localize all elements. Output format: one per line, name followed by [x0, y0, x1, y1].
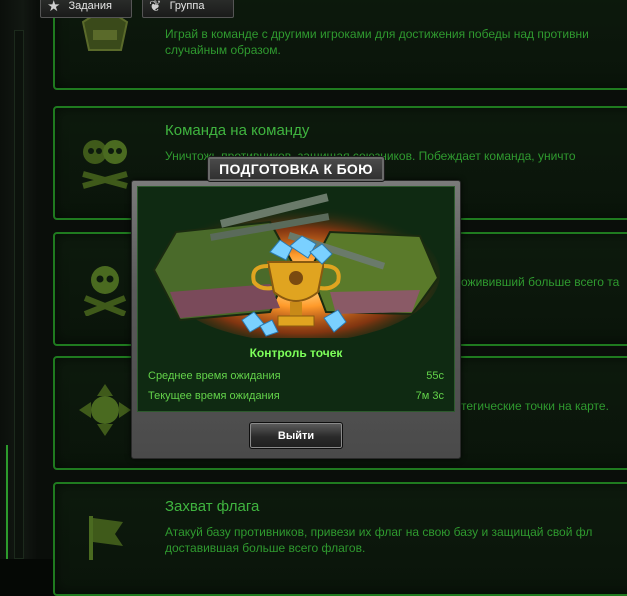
mode-title: Команда на команду [165, 122, 310, 139]
cur-wait-value: 7м 3с [415, 390, 444, 402]
group-icon: ❦ [149, 0, 162, 15]
left-frame [0, 0, 38, 559]
rail-glow [6, 445, 8, 559]
skull-crossbones-icon [83, 266, 127, 316]
mode-artwork [152, 193, 440, 338]
exit-button[interactable]: Выйти [249, 422, 343, 449]
avg-wait-value: 55с [426, 370, 444, 382]
flag-icon [89, 516, 123, 560]
tab-label: Задания [68, 0, 112, 12]
tab-group[interactable]: ❦ Группа [142, 0, 234, 18]
tab-label: Группа [169, 0, 205, 12]
avg-wait-row: Среднее время ожидания 55с [148, 370, 444, 382]
star-icon: ★ [47, 0, 61, 15]
mode-card-ctf[interactable]: Захват флага Атакуй базу противников, пр… [53, 482, 627, 596]
mode-title: Захват флага [165, 498, 260, 515]
double-skull-icon [82, 140, 128, 189]
cur-wait-label: Текущее время ожидания [148, 390, 280, 402]
mode-card-team[interactable]: Играй в команде с другими игроками для д… [53, 0, 627, 90]
mode-desc: Играй в команде с другими игроками для д… [165, 27, 589, 57]
control-points-icon [79, 384, 131, 436]
tab-tasks[interactable]: ★ Задания [40, 0, 132, 18]
dialog-title: ПОДГОТОВКА К БОЮ [207, 156, 385, 182]
mode-name: Контроль точек [249, 346, 343, 360]
mode-desc: Атакуй базу противников, привези их флаг… [165, 525, 593, 555]
avg-wait-label: Среднее время ожидания [148, 370, 281, 382]
cur-wait-row: Текущее время ожидания 7м 3с [148, 390, 444, 402]
scroll-rail[interactable] [14, 30, 24, 559]
